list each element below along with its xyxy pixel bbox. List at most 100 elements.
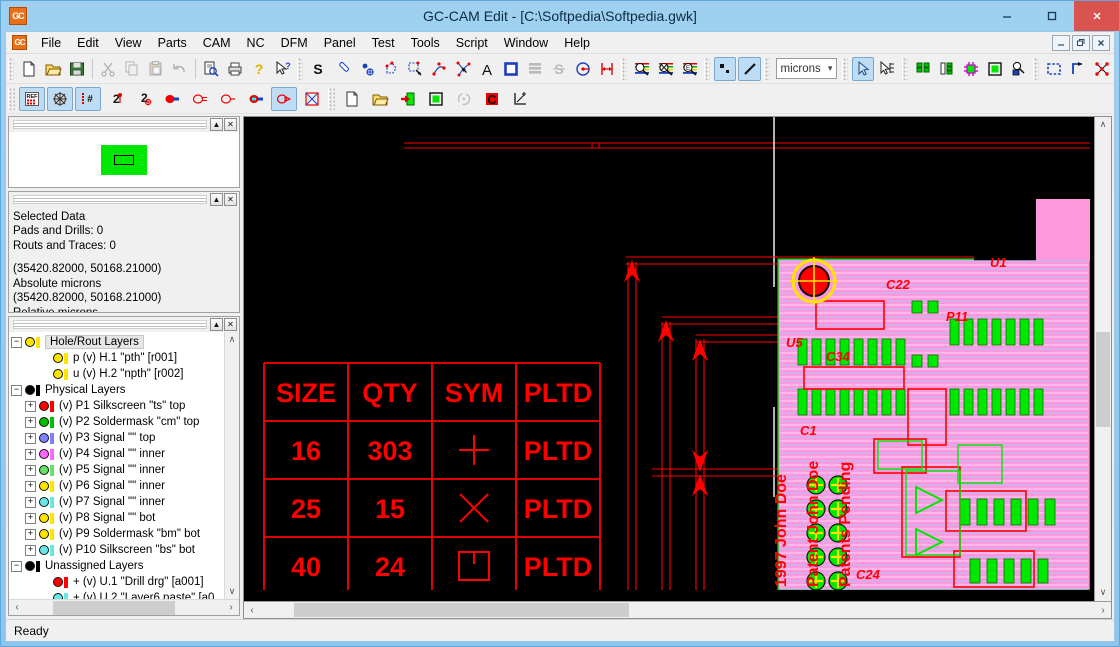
tree-expand-icon[interactable]: + [25,512,36,524]
layer-color-dot-icon[interactable] [39,449,49,459]
draw-pad-button[interactable] [356,57,378,81]
toolbar-grip-icon[interactable] [297,57,304,80]
print-button[interactable] [224,57,246,81]
menu-item-help[interactable]: Help [556,33,598,53]
layer-tree-item[interactable]: + (v) P8 Signal "" bot [11,510,224,526]
fill-area-button[interactable] [524,57,546,81]
menu-item-tools[interactable]: Tools [403,33,448,53]
layer-tree-item[interactable]: + (v) P2 Soldermask "cm" top [11,414,224,430]
tree-rollup-button[interactable]: ▲ [210,318,223,331]
help-button[interactable]: ? [248,57,270,81]
import-green-button[interactable] [395,87,421,111]
layer-tree-item[interactable]: + (v) P9 Soldermask "bm" bot [11,526,224,542]
rotate-disabled-button[interactable] [451,87,477,111]
mdi-minimize-button[interactable] [1052,34,1070,51]
mdi-close-button[interactable] [1092,34,1110,51]
board-preview-canvas[interactable] [9,132,239,187]
cut-button[interactable] [97,57,119,81]
menu-item-edit[interactable]: Edit [69,33,107,53]
layer-color-dot-icon[interactable] [25,337,35,347]
layer-tree-item[interactable]: p (v) H.1 "pth" [r001] [11,350,224,366]
layer-color-dot-icon[interactable] [39,417,49,427]
canvas-vscroll-thumb[interactable] [1096,332,1110,427]
menu-item-nc[interactable]: NC [239,33,273,53]
toolbar-grip-icon[interactable] [328,87,335,110]
tree-hscroll-left-button[interactable]: ‹ [9,602,25,613]
tree-expand-icon[interactable]: + [25,544,36,556]
window-maximize-button[interactable] [1029,1,1074,31]
layer-color-dot-icon[interactable] [39,401,49,411]
layer-tree-item[interactable]: + (v) U.2 "Layer6 paste" [a0. [11,590,224,599]
toolbar-grip-icon[interactable] [1032,57,1039,80]
tree-expand-icon[interactable]: + [25,400,36,412]
toolbar-grip-icon[interactable] [704,57,711,80]
layer-tree-item[interactable]: + (v) U.1 "Drill drg" [a001] [11,574,224,590]
draw-rectangle-button[interactable] [500,57,522,81]
pointer-select-button[interactable] [852,56,875,81]
toolbar-grip-icon[interactable] [901,57,908,80]
net-select-button[interactable] [1091,57,1113,81]
inspect-part-button[interactable] [1008,57,1030,81]
canvas-scroll-up-button[interactable]: ∧ [1100,117,1107,132]
menu-item-script[interactable]: Script [448,33,496,53]
pad-plain-button[interactable] [215,87,241,111]
tree-hscroll-track[interactable] [25,600,223,615]
move-vertex-button[interactable] [452,57,474,81]
tree-expand-icon[interactable]: + [25,496,36,508]
layer-tree-item[interactable]: + (v) P6 Signal "" inner [11,478,224,494]
board-green-button[interactable] [423,87,449,111]
open-doc-button[interactable] [367,87,393,111]
units-combobox[interactable]: microns ▾ [775,58,838,79]
tree-horizontal-scrollbar[interactable]: ‹ › [9,599,239,615]
measure-tool-button[interactable] [596,57,618,81]
copy-button[interactable] [121,57,143,81]
edit-polygon-button[interactable] [404,57,426,81]
marquee-select-button[interactable] [1043,57,1065,81]
toolbar-grip-icon[interactable] [621,57,628,80]
print-preview-button[interactable] [200,57,222,81]
layer-color-dot-icon[interactable] [25,385,35,395]
two-point-target-button[interactable]: 2 [131,87,157,111]
cad-drawing-canvas[interactable]: .583 0.525 1.900 1.625 1.037 SIZEQTYSYMP… [244,117,1094,601]
tree-expand-icon[interactable]: + [25,528,36,540]
window-minimize-button[interactable] [984,1,1029,31]
layer-color-dot-icon[interactable] [39,433,49,443]
layer-color-dot-icon[interactable] [39,545,49,555]
tree-hscroll-thumb[interactable] [52,600,176,615]
add-text-button[interactable]: A [476,57,498,81]
layers-grid-button[interactable] [912,57,934,81]
layer-table-button[interactable] [936,57,958,81]
tree-scroll-down-button[interactable]: ∨ [229,586,236,597]
menu-item-dfm[interactable]: DFM [273,33,316,53]
pad-flash-button[interactable] [271,86,297,111]
layer-tree-item[interactable]: + (v) P7 Signal "" inner [11,494,224,510]
zoom-extents-button[interactable]: E [679,57,701,81]
tree-vertical-scrollbar[interactable]: ∧ ∨ [224,332,239,599]
axis-point-button[interactable] [507,87,533,111]
layer-color-dot-icon[interactable] [39,513,49,523]
menu-item-window[interactable]: Window [496,33,556,53]
pane-drag-grip[interactable] [13,320,207,329]
pad-aperture-button[interactable] [243,87,269,111]
canvas-horizontal-scrollbar[interactable]: ‹ › [244,601,1111,618]
pad-cross-button[interactable] [299,87,325,111]
toolbar-grip-icon[interactable] [842,57,849,80]
layer-tree-item[interactable]: − Unassigned Layers [11,558,224,574]
layer-color-dot-icon[interactable] [39,465,49,475]
layer-color-dot-icon[interactable] [53,577,63,587]
pad-solid-button[interactable] [159,87,185,111]
menu-item-parts[interactable]: Parts [150,33,195,53]
trace-mode-button[interactable] [738,56,761,81]
canvas-hscroll-thumb[interactable] [294,603,629,617]
layer-tree-item[interactable]: + (v) P1 Silkscreen "ts" top [11,398,224,414]
layer-tree-list[interactable]: − Hole/Rout Layers p (v) H.1 "pth" [r001] u… [9,332,224,599]
menu-item-panel[interactable]: Panel [316,33,364,53]
tree-expand-icon[interactable]: + [25,480,36,492]
window-close-button[interactable] [1074,1,1119,31]
tree-scroll-up-button[interactable]: ∧ [229,334,236,345]
netlist-compare-button[interactable] [47,86,73,111]
new-doc-button[interactable] [339,87,365,111]
component-view-button[interactable] [960,57,982,81]
area-select-button[interactable] [876,57,898,81]
save-file-button[interactable] [66,57,88,81]
